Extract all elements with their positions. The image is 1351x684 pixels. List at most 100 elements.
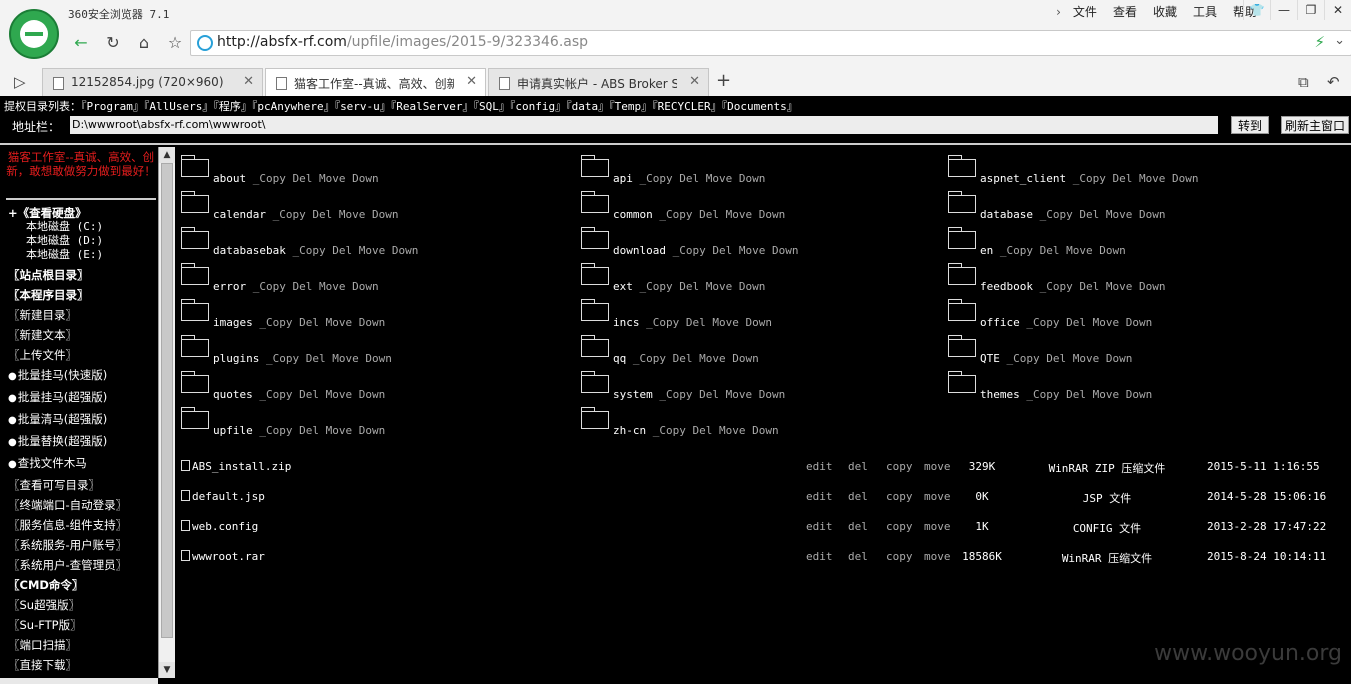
folder-name[interactable]: about [213, 172, 246, 185]
vertical-scrollbar[interactable]: ▲ ▼ [158, 147, 175, 678]
reload-icon[interactable]: ↻ [102, 32, 124, 54]
folder-actions[interactable]: _Copy Del Move Down [626, 352, 759, 365]
maximize-button[interactable]: ❐ [1297, 0, 1324, 20]
menu-file[interactable]: 文件 [1065, 3, 1105, 21]
folder-actions[interactable]: _Copy Del Move Down [633, 172, 765, 185]
folder-name[interactable]: plugins [213, 352, 259, 365]
new-tab-button[interactable]: + [716, 70, 731, 91]
file-action-copy[interactable]: copy [886, 490, 913, 503]
folder-name[interactable]: databasebak [213, 244, 286, 257]
folder-actions[interactable]: _Copy Del Move Down [666, 244, 799, 257]
file-name[interactable]: ABS_install.zip [192, 460, 291, 473]
file-action-edit[interactable]: edit [806, 550, 833, 563]
folder-name[interactable]: upfile [213, 424, 253, 437]
browser-logo-icon[interactable] [9, 9, 59, 59]
folder-name[interactable]: QTE [980, 352, 1000, 365]
disk-c[interactable]: 本地磁盘 (C:) [8, 220, 158, 234]
disk-e[interactable]: 本地磁盘 (E:) [8, 248, 158, 262]
tab-webshell[interactable]: 猫客工作室--真诚、高效、创新 ✕ [265, 68, 486, 97]
scroll-up-icon[interactable]: ▲ [159, 147, 175, 163]
sidebar-item[interactable]: 〖新建文本〗 [8, 325, 158, 345]
horizontal-scrollbar[interactable] [0, 678, 158, 684]
drive-list[interactable]: 提权目录列表：『Program』『AllUsers』『程序』『pcAnywher… [4, 98, 798, 114]
folder-actions[interactable]: _Copy Del Move Down [633, 280, 765, 293]
menu-tools[interactable]: 工具 [1185, 3, 1225, 21]
folder-actions[interactable]: _Copy Del Move Down [253, 424, 385, 437]
file-action-move[interactable]: move [924, 490, 951, 503]
sidebar-item[interactable]: 批量挂马(超强版) [8, 387, 158, 409]
close-window-button[interactable]: ✕ [1324, 0, 1351, 20]
folder-actions[interactable]: _Copy Del Move Down [993, 244, 1126, 257]
sidebar-item[interactable]: 〖CMD命令〗 [8, 575, 158, 595]
tab-account[interactable]: 申请真实帐户 - ABS Broker S ✕ [488, 68, 709, 96]
sidebar-item[interactable]: 〖站点根目录〗 [8, 265, 158, 285]
sidebar-toggle-icon[interactable]: ▷ [14, 73, 26, 91]
path-input[interactable]: D:\wwwroot\absfx-rf.com\wwwroot\ [70, 116, 1218, 134]
tab-list-icon[interactable]: ⧉ [1298, 73, 1309, 91]
file-action-edit[interactable]: edit [806, 520, 833, 533]
folder-actions[interactable]: _Copy Del Move Down [1033, 208, 1166, 221]
tab-image[interactable]: 12152854.jpg (720×960) ✕ [42, 68, 263, 96]
file-action-edit[interactable]: edit [806, 460, 833, 473]
sidebar-item[interactable]: 批量清马(超强版) [8, 409, 158, 431]
sidebar-item[interactable]: 〖系统用户-查管理员〗 [8, 555, 158, 575]
sidebar-item[interactable]: 〖Su-FTP版〗 [8, 615, 158, 635]
folder-actions[interactable]: _Copy Del Move Down [253, 316, 385, 329]
disk-d[interactable]: 本地磁盘 (D:) [8, 234, 158, 248]
sidebar-item[interactable]: 批量替换(超强版) [8, 431, 158, 453]
undo-close-icon[interactable]: ↶ [1327, 73, 1340, 91]
file-name[interactable]: wwwroot.rar [192, 550, 265, 563]
folder-actions[interactable]: _Copy Del Move Down [266, 208, 399, 221]
folder-name[interactable]: zh-cn [613, 424, 646, 437]
sidebar-item[interactable]: 〖上传文件〗 [8, 345, 158, 365]
file-name[interactable]: web.config [192, 520, 258, 533]
sidebar-item[interactable]: 〖系统服务-用户账号〗 [8, 535, 158, 555]
file-action-copy[interactable]: copy [886, 550, 913, 563]
folder-name[interactable]: download [613, 244, 666, 257]
chevron-right-icon[interactable]: › [1052, 3, 1065, 21]
file-action-edit[interactable]: edit [806, 490, 833, 503]
sidebar-item[interactable]: 〖直接下载〗 [8, 655, 158, 675]
sidebar-item[interactable]: 〖Su超强版〗 [8, 595, 158, 615]
folder-name[interactable]: themes [980, 388, 1020, 401]
folder-actions[interactable]: _Copy Del Move Down [1066, 172, 1199, 185]
file-action-del[interactable]: del [848, 550, 868, 563]
folder-name[interactable]: common [613, 208, 653, 221]
address-bar[interactable]: http://absfx-rf.com/upfile/images/2015-9… [190, 30, 1351, 56]
file-action-move[interactable]: move [924, 460, 951, 473]
close-icon[interactable]: ✕ [466, 74, 477, 89]
folder-name[interactable]: images [213, 316, 253, 329]
sidebar-item[interactable]: 〖终端端口-自动登录〗 [8, 495, 158, 515]
folder-name[interactable]: incs [613, 316, 640, 329]
folder-actions[interactable]: _Copy Del Move Down [653, 388, 785, 401]
file-action-del[interactable]: del [848, 490, 868, 503]
favorite-star-icon[interactable]: ☆ [164, 32, 186, 54]
folder-actions[interactable]: _Copy Del Move Down [1020, 316, 1152, 329]
folder-name[interactable]: office [980, 316, 1020, 329]
minimize-button[interactable]: — [1270, 0, 1297, 20]
folder-actions[interactable]: _Copy Del Move Down [259, 352, 392, 365]
sidebar-item[interactable]: 〖新建目录〗 [8, 305, 158, 325]
sidebar-item[interactable]: 〖本程序目录〗 [8, 285, 158, 305]
folder-actions[interactable]: _Copy Del Move Down [286, 244, 418, 257]
back-arrow-icon[interactable]: ← [70, 32, 92, 54]
folder-actions[interactable]: _Copy Del Move Down [246, 172, 379, 185]
folder-actions[interactable]: _Copy Del Move Down [653, 208, 785, 221]
skin-icon[interactable]: 👕 [1243, 0, 1270, 20]
folder-name[interactable]: qq [613, 352, 626, 365]
file-action-copy[interactable]: copy [886, 520, 913, 533]
speed-mode-icon[interactable]: ⚡ [1314, 33, 1325, 51]
folder-actions[interactable]: _Copy Del Move Down [646, 424, 779, 437]
file-action-move[interactable]: move [924, 520, 951, 533]
file-name[interactable]: default.jsp [192, 490, 265, 503]
sidebar-item[interactable]: 〖查看可写目录〗 [8, 475, 158, 495]
folder-name[interactable]: ext [613, 280, 633, 293]
disk-title[interactable]: +《查看硬盘》 [8, 206, 158, 220]
folder-name[interactable]: quotes [213, 388, 253, 401]
folder-actions[interactable]: _Copy Del Move Down [640, 316, 772, 329]
sidebar-item[interactable]: 〖端口扫描〗 [8, 635, 158, 655]
scroll-thumb[interactable] [161, 163, 173, 638]
menu-favorites[interactable]: 收藏 [1145, 3, 1185, 21]
folder-name[interactable]: error [213, 280, 246, 293]
folder-name[interactable]: feedbook [980, 280, 1033, 293]
